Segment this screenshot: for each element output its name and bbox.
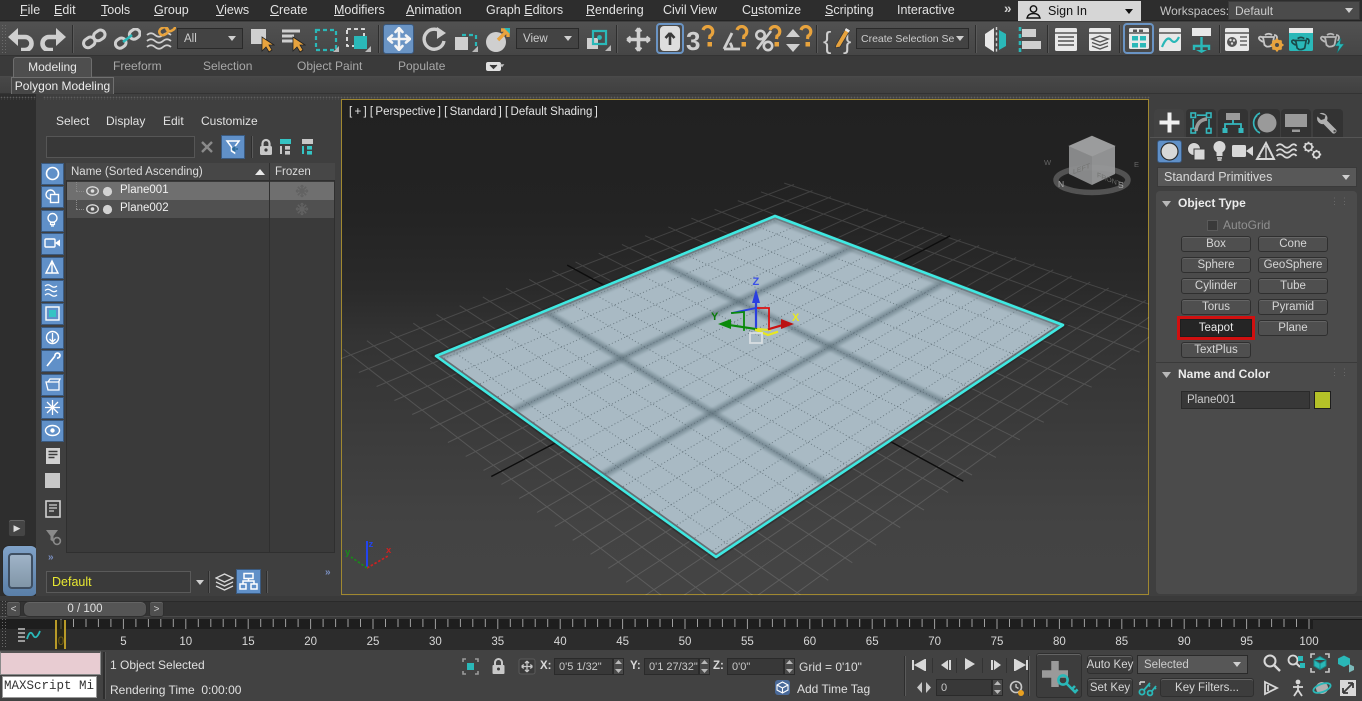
svg-text:y: y — [345, 547, 351, 558]
svg-text:85: 85 — [1115, 636, 1128, 648]
svg-text:30: 30 — [429, 636, 442, 648]
svg-text:20: 20 — [304, 636, 317, 648]
svg-text:70: 70 — [928, 636, 941, 648]
svg-text:3: 3 — [686, 26, 700, 54]
svg-text:45: 45 — [616, 636, 629, 648]
svg-text:50: 50 — [679, 636, 692, 648]
svg-text:Y: Y — [711, 311, 719, 323]
svg-text:65: 65 — [866, 636, 879, 648]
svg-text:100: 100 — [1299, 636, 1318, 648]
svg-text:25: 25 — [367, 636, 380, 648]
svg-text:Z: Z — [753, 276, 760, 288]
svg-text:5: 5 — [120, 636, 126, 648]
svg-text:X: X — [792, 312, 800, 324]
svg-text:95: 95 — [1240, 636, 1253, 648]
svg-text:80: 80 — [1053, 636, 1066, 648]
svg-text:60: 60 — [803, 636, 816, 648]
svg-text:E: E — [1134, 160, 1139, 169]
svg-text:x: x — [386, 545, 392, 556]
svg-text:90: 90 — [1178, 636, 1191, 648]
svg-text:40: 40 — [554, 636, 567, 648]
svg-text:55: 55 — [741, 636, 754, 648]
svg-text:{: { — [823, 27, 831, 54]
svg-text:75: 75 — [991, 636, 1004, 648]
svg-text:z: z — [369, 539, 374, 550]
svg-text:N: N — [1058, 179, 1064, 189]
svg-text:15: 15 — [242, 636, 255, 648]
svg-text:10: 10 — [179, 636, 192, 648]
svg-text:W: W — [1044, 158, 1052, 167]
svg-text:35: 35 — [491, 636, 504, 648]
